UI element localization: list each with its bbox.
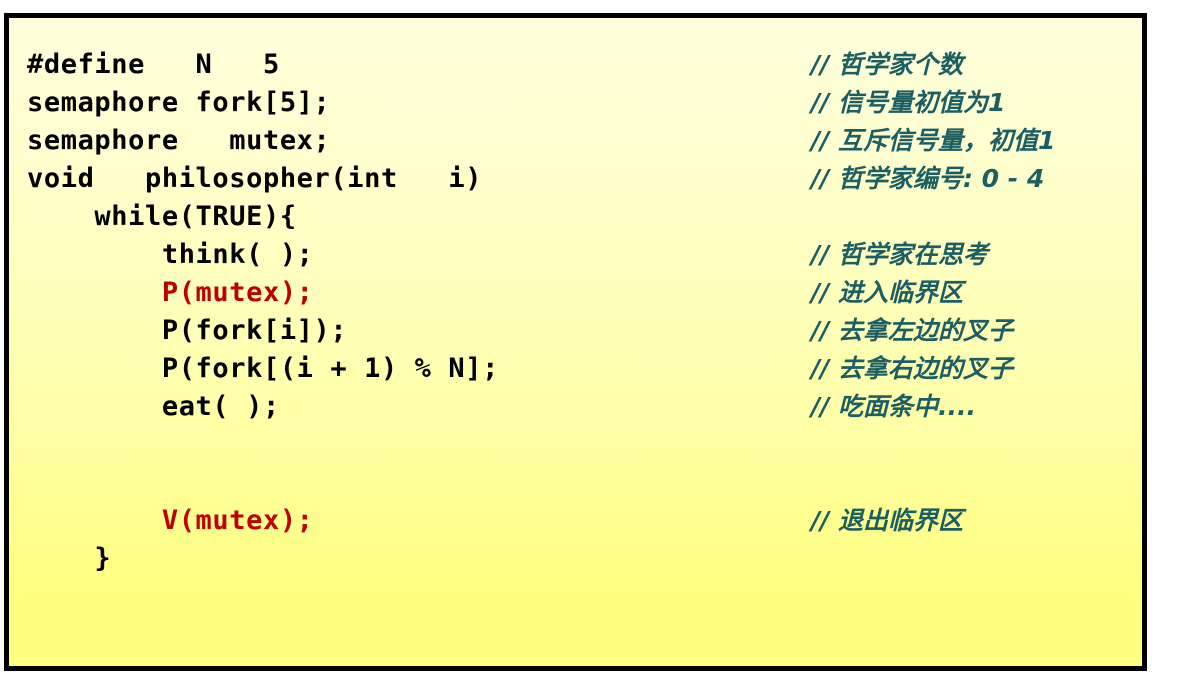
code-line: #define N 5 // 哲学家个数 [9, 46, 1142, 84]
code-statement: P(fork[i]); [27, 315, 348, 346]
code-statement: semaphore mutex; [27, 125, 331, 156]
code-comment: // 去拿左边的叉子 [811, 316, 1013, 345]
code-line: think( ); // 哲学家在思考 [9, 236, 1142, 274]
code-line: semaphore mutex; // 互斥信号量，初值1 [9, 122, 1142, 160]
code-line: } [9, 540, 1142, 578]
code-statement: } [27, 543, 112, 574]
code-line: V(mutex); // 退出临界区 [9, 502, 1142, 540]
code-statement: #define N 5 [27, 49, 280, 80]
code-comment: // 哲学家编号: 0 - 4 [811, 164, 1045, 193]
code-comment: // 哲学家在思考 [811, 240, 988, 269]
code-comment: // 去拿右边的叉子 [811, 354, 1013, 383]
code-statement: think( ); [27, 239, 314, 270]
code-statement: P(mutex); [27, 277, 314, 308]
code-statement: V(mutex); [27, 505, 314, 536]
code-line: semaphore fork[5]; // 信号量初值为1 [9, 84, 1142, 122]
code-comment: // 哲学家个数 [811, 50, 963, 79]
code-comment: // 退出临界区 [811, 506, 963, 535]
code-comment: // 互斥信号量，初值1 [811, 126, 1056, 155]
code-line: P(fork[(i + 1) % N]; // 去拿右边的叉子 [9, 350, 1142, 388]
code-area: #define N 5 // 哲学家个数 semaphore fork[5]; // … [9, 18, 1142, 666]
code-line: eat( ); // 吃面条中.... [9, 388, 1142, 426]
code-comment: // 信号量初值为1 [811, 88, 1006, 117]
code-line: while(TRUE){ [9, 198, 1142, 236]
code-statement: P(fork[(i + 1) % N]; [27, 353, 499, 384]
code-line: void philosopher(int i) // 哲学家编号: 0 - 4 [9, 160, 1142, 198]
code-line: P(fork[i]); // 去拿左边的叉子 [9, 312, 1142, 350]
code-comment: // 进入临界区 [811, 278, 963, 307]
code-statement: while(TRUE){ [27, 201, 297, 232]
code-slide-panel: #define N 5 // 哲学家个数 semaphore fork[5]; // … [4, 13, 1147, 671]
code-line: P(mutex); // 进入临界区 [9, 274, 1142, 312]
code-statement: void philosopher(int i) [27, 163, 483, 194]
code-statement: eat( ); [27, 391, 280, 422]
code-statement: semaphore fork[5]; [27, 87, 331, 118]
code-comment: // 吃面条中.... [811, 392, 976, 421]
